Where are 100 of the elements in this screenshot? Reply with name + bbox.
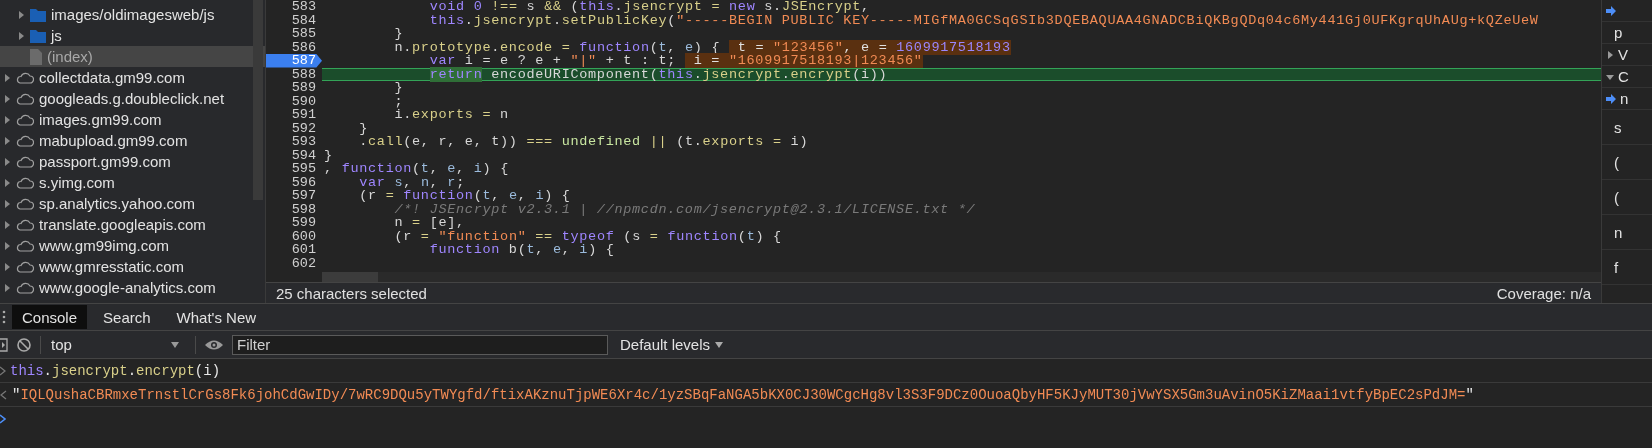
code-number: 0 [473,0,483,15]
more-menu-icon[interactable] [2,310,6,324]
file-tree-item[interactable]: js [0,25,252,46]
file-tree-item[interactable]: passport.gm99.com [0,151,252,172]
code-text: , [561,242,571,258]
code-text: , [517,188,527,204]
file-tree-item[interactable]: images/oldimagesweb/js [0,4,252,25]
line-number[interactable]: 588 [266,67,322,81]
code-property: jsencrypt [473,12,553,28]
code-property: call [368,134,404,150]
expand-arrow-icon[interactable] [1606,50,1614,59]
code-property: encrypt [790,66,853,82]
expand-arrow-icon[interactable] [3,115,11,124]
clear-console-icon[interactable] [16,336,32,353]
eye-icon[interactable] [204,338,224,351]
code-text: ( [737,228,747,244]
file-tree-item[interactable]: translate.googleapis.com [0,214,252,235]
file-tree-label: sp.analytics.yahoo.com [39,195,195,212]
code-text: (r [359,188,377,204]
code-text: ) { [588,242,615,258]
expand-arrow-icon[interactable] [3,220,11,229]
file-tree-item[interactable]: www.gmresstatic.com [0,256,252,277]
drawer-tab[interactable]: Console [12,305,88,329]
debugger-item-text[interactable]: ( [1614,153,1619,171]
file-tree-item[interactable]: (index) [0,46,265,67]
code-text: b( [508,242,527,258]
debugger-item-text[interactable]: V [1618,46,1628,63]
cloud-icon [16,71,34,84]
code-text: n [394,215,404,231]
breakpoint-line-number[interactable]: 587 [266,54,322,68]
debugger-item-text[interactable]: C [1618,68,1629,85]
file-icon [30,48,42,65]
scrollbar[interactable] [322,272,378,282]
code-text: ; [394,93,404,109]
sidebar-toggle-icon[interactable] [0,337,8,352]
dropdown-caret-icon [715,341,724,348]
expand-arrow-icon[interactable] [3,136,11,145]
code-variable: i [535,188,545,204]
expand-arrow-icon[interactable] [17,10,25,19]
code-text: (e, r, e, t)) [403,134,518,150]
file-tree-label: translate.googleapis.com [39,216,206,233]
debugger-item-text[interactable]: p [1614,24,1623,41]
file-tree-item[interactable]: www.gm99img.com [0,235,252,256]
code-keyword: this [579,0,615,15]
code-variable: t [526,242,536,258]
file-tree-item[interactable]: images.gm99.com [0,109,252,130]
cloud-icon [16,260,34,273]
code-keyword: var [359,174,386,190]
expand-arrow-icon[interactable] [3,199,11,208]
drawer-tab[interactable]: What's New [166,305,267,329]
file-tree-label: www.gm99img.com [39,237,170,254]
code-variable: s [394,174,404,190]
code-text: ) { [755,228,782,244]
code-text: ) { [482,161,509,177]
file-tree-item[interactable]: googleads.g.doubleclick.net [0,88,252,109]
expand-arrow-icon[interactable] [3,283,11,292]
code-text: (t. [676,134,703,150]
debugger-item-text[interactable]: s [1614,118,1622,136]
code-text: [e], [429,215,465,231]
context-selector[interactable]: top [49,333,187,356]
expand-arrow-icon[interactable] [3,178,11,187]
drawer-tab[interactable]: Search [93,305,161,329]
file-tree-item[interactable]: s.yimg.com [0,172,252,193]
debugger-item-text[interactable]: n [1620,90,1629,107]
code-text: , [535,242,545,258]
coverage-status: Coverage: n/a [1496,284,1591,302]
log-levels-dropdown[interactable]: Default levels [616,336,728,353]
file-tree-item[interactable]: mabupload.gm99.com [0,130,252,151]
code-property: jsencrypt [702,66,782,82]
expand-arrow-icon[interactable] [3,262,11,271]
debugger-item-text[interactable]: n [1614,223,1623,241]
debugger-item-text[interactable]: f [1614,258,1619,276]
file-tree-item[interactable]: www.google-analytics.com [0,277,252,298]
code-variable: e [552,242,562,258]
expand-arrow-icon[interactable] [3,94,11,103]
code-keyword: function [341,161,413,177]
scrollbar[interactable] [253,0,263,200]
code-text: . [614,0,624,15]
code-variable: i [579,242,589,258]
file-tree-item[interactable]: sp.analytics.yahoo.com [0,193,252,214]
filter-field[interactable]: Filter [232,334,608,355]
code-text: (s [623,228,641,244]
code-operator: || [649,134,668,150]
debugger-item-text[interactable]: ( [1614,188,1619,206]
code-text: ( [667,12,677,28]
code-variable: t [746,228,756,244]
console-prompt-icon[interactable] [0,413,6,424]
code-text: ; [456,174,465,190]
code-variable: t [482,188,492,204]
inline-value: t = "123456", e = 1609917518193 [729,39,1011,55]
expand-arrow-icon[interactable] [3,241,11,250]
expand-arrow-icon[interactable] [3,157,11,166]
expand-arrow-icon[interactable] [1606,72,1614,81]
code-text: ( [412,161,421,177]
file-tree-item[interactable]: collectdata.gm99.com [0,67,252,88]
expand-arrow-icon[interactable] [3,73,11,82]
file-tree-label: collectdata.gm99.com [39,69,185,86]
expand-arrow-icon[interactable] [17,31,25,40]
cloud-icon [16,197,34,210]
current-frame-arrow-icon [1606,5,1616,16]
